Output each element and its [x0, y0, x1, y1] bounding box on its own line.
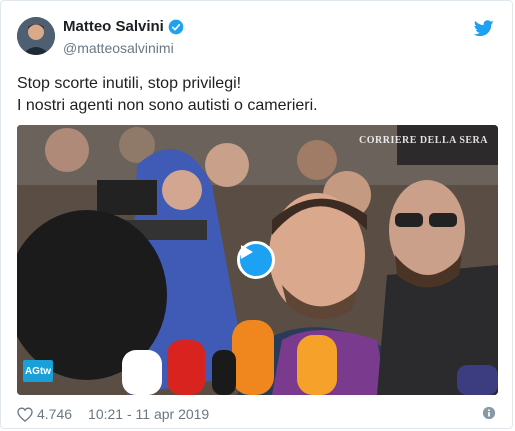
- tweet-text-line: I nostri agenti non sono autisti o camer…: [17, 97, 318, 114]
- video-watermark: CORRIERE DELLA SERA: [359, 135, 488, 146]
- author-name-text[interactable]: Matteo Salvini: [63, 18, 164, 35]
- tweet-card: Matteo Salvini @matteosalvinimi Stop sco…: [0, 0, 513, 429]
- avatar[interactable]: [17, 17, 55, 55]
- twitter-bird-icon[interactable]: [474, 20, 494, 37]
- tweet-text-line: Stop scorte inutili, stop privilegi!: [17, 75, 242, 92]
- tweet-timestamp[interactable]: 10:21 - 11 apr 2019: [88, 406, 209, 422]
- tweet-text: Stop scorte inutili, stop privilegi! I n…: [17, 73, 497, 117]
- play-button[interactable]: [237, 241, 275, 279]
- video-thumbnail[interactable]: CORRIERE DELLA SERA AGtw: [17, 125, 498, 395]
- agtw-logo: AGtw: [23, 360, 53, 382]
- verified-badge-icon: [168, 19, 184, 34]
- play-icon: [241, 245, 253, 259]
- like-button[interactable]: 4.746: [17, 406, 72, 422]
- heart-icon: [17, 406, 33, 422]
- author-name[interactable]: Matteo Salvini: [63, 18, 184, 35]
- info-icon[interactable]: [482, 406, 496, 420]
- like-count: 4.746: [37, 406, 73, 422]
- author-handle[interactable]: @matteosalvinimi: [63, 40, 174, 56]
- tweet-footer: 4.746 10:21 - 11 apr 2019: [17, 404, 496, 424]
